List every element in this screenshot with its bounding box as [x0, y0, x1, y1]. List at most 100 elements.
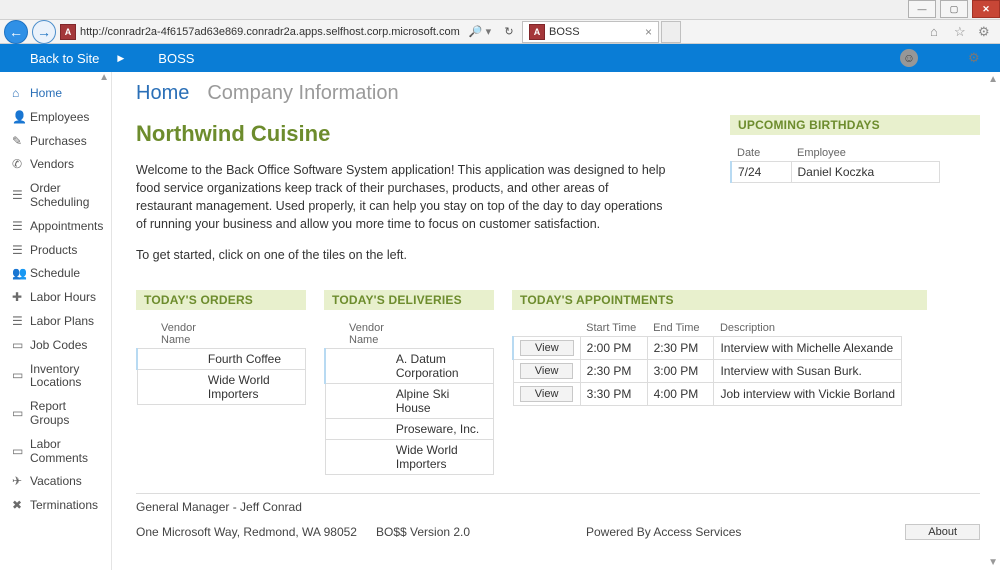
- nav-label: Products: [30, 244, 77, 258]
- browser-address-bar: ← → A http://conradr2a-4f6157ad63e869.co…: [0, 20, 1000, 44]
- content-tabs: Home Company Information: [136, 82, 980, 105]
- settings-gear-icon[interactable]: ⚙: [968, 50, 984, 66]
- table-row[interactable]: Wide World Importers: [325, 439, 494, 474]
- nav-label: Employees: [30, 111, 89, 125]
- view-button[interactable]: View: [520, 340, 574, 356]
- table-row[interactable]: View2:00 PM2:30 PMInterview with Michell…: [513, 336, 902, 359]
- table-row[interactable]: Fourth Coffee: [137, 348, 306, 369]
- footer-address: One Microsoft Way, Redmond, WA 98052: [136, 525, 376, 539]
- window-titlebar: — ▢ ✕: [0, 0, 1000, 20]
- sidebar-item-employees[interactable]: 👤Employees: [0, 106, 111, 130]
- sidebar-item-appointments[interactable]: ☰Appointments: [0, 215, 111, 239]
- app-brand: BOSS: [158, 51, 194, 66]
- table-row[interactable]: Alpine Ski House: [325, 383, 494, 418]
- footer-version: BO$$ Version 2.0: [376, 525, 586, 539]
- nav-icon: ▭: [12, 339, 30, 353]
- nav-label: Order Scheduling: [30, 182, 105, 210]
- order-vendor: Fourth Coffee: [202, 348, 306, 369]
- sidebar-item-vacations[interactable]: ✈Vacations: [0, 470, 111, 494]
- appt-start: 2:00 PM: [580, 336, 647, 359]
- browser-tab[interactable]: A BOSS ×: [522, 21, 659, 43]
- nav-label: Labor Comments: [30, 438, 105, 466]
- browser-forward-button[interactable]: →: [32, 20, 56, 44]
- appt-end: 4:00 PM: [647, 382, 714, 405]
- table-row[interactable]: Wide World Importers: [137, 369, 306, 404]
- favorites-icon[interactable]: ☆: [954, 24, 970, 40]
- table-row[interactable]: View3:30 PM4:00 PMJob interview with Vic…: [513, 382, 902, 405]
- tab-company-information[interactable]: Company Information: [207, 82, 398, 105]
- nav-label: Report Groups: [30, 400, 105, 428]
- birthday-date: 7/24: [731, 162, 791, 183]
- back-to-site-label: Back to Site: [30, 51, 99, 66]
- feedback-smiley-icon[interactable]: ☺: [900, 49, 918, 67]
- nav-icon: 👥: [12, 267, 30, 281]
- footer-powered: Powered By Access Services: [586, 525, 905, 539]
- sidebar-item-home[interactable]: ⌂Home: [0, 82, 111, 106]
- birthdays-table: Date Employee 7/24Daniel Koczka: [730, 145, 940, 183]
- sidebar-item-order-scheduling[interactable]: ☰Order Scheduling: [0, 177, 111, 215]
- table-row[interactable]: View2:30 PM3:00 PMInterview with Susan B…: [513, 359, 902, 382]
- refresh-icon[interactable]: ↻: [500, 25, 518, 38]
- app-command-bar: Back to Site ▶ BOSS ☺ ⚙: [0, 44, 1000, 72]
- footer-row-1: General Manager - Jeff Conrad: [136, 500, 980, 514]
- window-minimize-button[interactable]: —: [908, 0, 936, 18]
- company-title: Northwind Cuisine: [136, 121, 700, 147]
- nav-icon: ✆: [12, 158, 30, 172]
- appt-th-desc: Description: [714, 320, 902, 337]
- sidebar-item-labor-plans[interactable]: ☰Labor Plans: [0, 310, 111, 334]
- sidebar-item-report-groups[interactable]: ▭Report Groups: [0, 395, 111, 433]
- chevron-up-icon[interactable]: ▲: [99, 72, 109, 83]
- delivery-vendor: Alpine Ski House: [390, 383, 494, 418]
- table-row[interactable]: A. Datum Corporation: [325, 348, 494, 383]
- view-button[interactable]: View: [520, 363, 574, 379]
- nav-icon: ✈: [12, 475, 30, 489]
- view-button[interactable]: View: [520, 386, 574, 402]
- nav-label: Vendors: [30, 158, 74, 172]
- main-content: ▲ ▼ Home Company Information Northwind C…: [112, 72, 1000, 570]
- chevron-up-icon[interactable]: ▲: [988, 74, 998, 85]
- sidebar-item-labor-hours[interactable]: ✚Labor Hours: [0, 286, 111, 310]
- nav-icon: 👤: [12, 111, 30, 125]
- welcome-text: Welcome to the Back Office Software Syst…: [136, 161, 666, 234]
- window-restore-button[interactable]: ▢: [940, 0, 968, 18]
- appointments-table: Start Time End Time Description View2:00…: [512, 320, 902, 406]
- search-icon[interactable]: 🔎 ▾: [460, 25, 500, 38]
- back-to-site-link[interactable]: Back to Site ▶: [0, 51, 138, 66]
- sidebar-item-terminations[interactable]: ✖Terminations: [0, 494, 111, 518]
- deliveries-header: TODAY'S DELIVERIES: [324, 290, 494, 310]
- nav-label: Job Codes: [30, 339, 87, 353]
- nav-icon: ⌂: [12, 87, 30, 101]
- order-vendor: Wide World Importers: [202, 369, 306, 404]
- home-icon[interactable]: ⌂: [930, 24, 946, 39]
- appt-desc: Interview with Michelle Alexande: [714, 336, 902, 359]
- window-close-button[interactable]: ✕: [972, 0, 1000, 18]
- delivery-vendor: A. Datum Corporation: [390, 348, 494, 383]
- nav-label: Labor Plans: [30, 315, 94, 329]
- table-row[interactable]: Proseware, Inc.: [325, 418, 494, 439]
- sidebar-item-vendors[interactable]: ✆Vendors: [0, 153, 111, 177]
- nav-icon: ✖: [12, 499, 30, 513]
- new-tab-button[interactable]: [661, 21, 681, 43]
- deliveries-table: Vendor Name A. Datum CorporationAlpine S…: [324, 320, 494, 475]
- table-row[interactable]: 7/24Daniel Koczka: [731, 162, 940, 183]
- about-button[interactable]: About: [905, 524, 980, 540]
- browser-back-button[interactable]: ←: [4, 20, 28, 44]
- tab-home[interactable]: Home: [136, 82, 189, 105]
- chevron-down-icon[interactable]: ▼: [988, 557, 998, 568]
- appt-desc: Job interview with Vickie Borland: [714, 382, 902, 405]
- sidebar-item-schedule[interactable]: 👥Schedule: [0, 262, 111, 286]
- sidebar-item-job-codes[interactable]: ▭Job Codes: [0, 334, 111, 358]
- url-text[interactable]: http://conradr2a-4f6157ad63e869.conradr2…: [80, 26, 460, 38]
- nav-icon: ☰: [12, 315, 30, 329]
- nav-label: Inventory Locations: [30, 363, 105, 391]
- sidebar-item-inventory-locations[interactable]: ▭Inventory Locations: [0, 358, 111, 396]
- footer-row-2: One Microsoft Way, Redmond, WA 98052 BO$…: [136, 524, 980, 540]
- tab-close-icon[interactable]: ×: [645, 25, 652, 39]
- nav-label: Home: [30, 87, 62, 101]
- nav-icon: ☰: [12, 220, 30, 234]
- nav-sidebar: ▲ ⌂Home👤Employees✎Purchases✆Vendors☰Orde…: [0, 72, 112, 570]
- sidebar-item-labor-comments[interactable]: ▭Labor Comments: [0, 433, 111, 471]
- sidebar-item-products[interactable]: ☰Products: [0, 239, 111, 263]
- tools-gear-icon[interactable]: ⚙: [978, 24, 994, 40]
- sidebar-item-purchases[interactable]: ✎Purchases: [0, 130, 111, 154]
